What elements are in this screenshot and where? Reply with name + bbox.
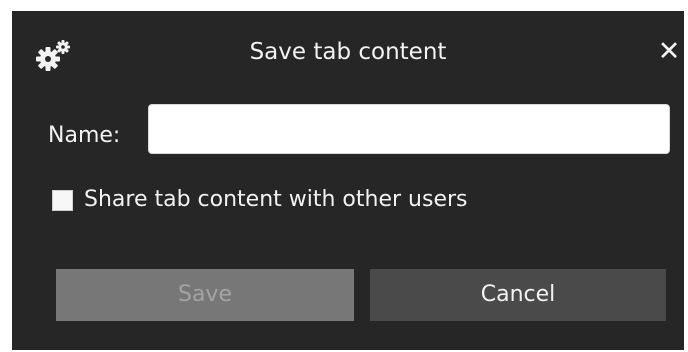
- name-label: Name:: [48, 123, 121, 148]
- share-checkbox[interactable]: [52, 189, 73, 211]
- dialog-title: Save tab content: [249, 39, 447, 65]
- close-icon[interactable]: ✕: [656, 37, 682, 67]
- save-button[interactable]: Save: [56, 269, 354, 321]
- share-checkbox-label: Share tab content with other users: [84, 187, 468, 212]
- dialog-titlebar: Save tab content ✕: [12, 11, 684, 89]
- share-checkbox-row[interactable]: Share tab content with other users: [52, 185, 468, 215]
- name-input[interactable]: [148, 104, 670, 154]
- cancel-button[interactable]: Cancel: [370, 269, 666, 321]
- save-tab-content-dialog: Save tab content ✕ Name: Share tab conte…: [12, 11, 684, 350]
